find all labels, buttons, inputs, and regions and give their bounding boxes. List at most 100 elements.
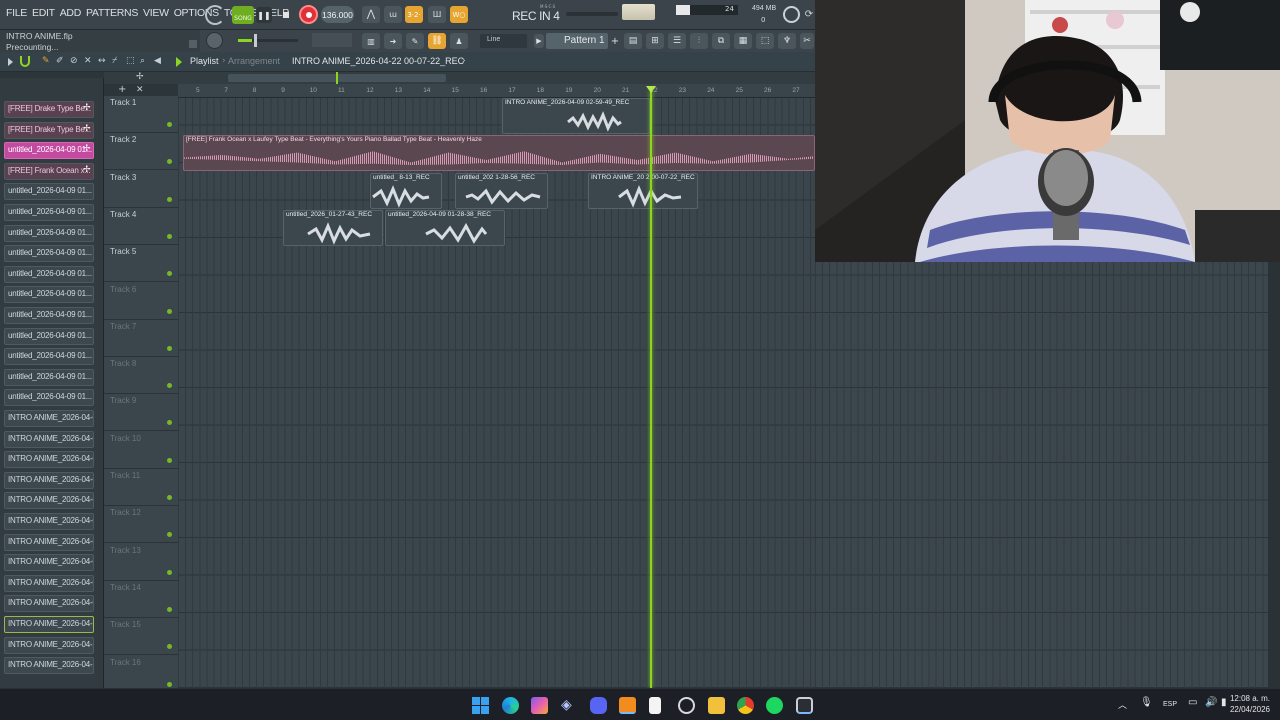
step-edit-icon[interactable]: Ш bbox=[428, 6, 446, 23]
add-track-icon[interactable]: + bbox=[118, 84, 126, 95]
browser-item-plus-icon[interactable]: ✢ bbox=[83, 144, 91, 154]
track-active-led[interactable] bbox=[167, 196, 172, 202]
browser-item[interactable]: INTRO ANIME_2026-04-2... bbox=[4, 616, 94, 633]
edge-icon[interactable] bbox=[502, 697, 519, 714]
browser-item[interactable]: untitled_2026-04-09 01... bbox=[4, 307, 94, 324]
track-header[interactable]: Track 4 bbox=[104, 207, 178, 245]
power-icon[interactable]: ⟳ bbox=[804, 6, 814, 23]
file-explorer-icon[interactable] bbox=[708, 697, 725, 714]
tools-icon[interactable]: ✂ bbox=[800, 33, 814, 49]
draw-tool-icon[interactable]: ✎ bbox=[406, 33, 424, 49]
track-active-led[interactable] bbox=[167, 606, 172, 612]
browser-item[interactable]: [FREE] Drake Type Be... bbox=[4, 121, 94, 139]
network-icon[interactable]: ▭ bbox=[1188, 697, 1197, 708]
playlist-play-icon[interactable] bbox=[176, 57, 182, 67]
menu-patterns[interactable]: PATTERNS bbox=[86, 7, 138, 19]
playlist-view-label[interactable]: Arrangement bbox=[228, 56, 280, 66]
pencil-tool-icon[interactable]: ✎ bbox=[42, 56, 50, 66]
delete-tool-icon[interactable]: ⊘ bbox=[70, 56, 78, 66]
audio-clip-track3c[interactable]: INTRO ANIME_20 2 00-07-22_REC bbox=[588, 173, 698, 209]
menu-add[interactable]: ADD bbox=[60, 7, 82, 19]
track-header[interactable]: Track 11 bbox=[104, 469, 178, 506]
track-header[interactable]: Track 14 bbox=[104, 580, 178, 618]
chain-link-icon[interactable]: ⛓ bbox=[428, 33, 446, 49]
browser-item[interactable]: INTRO ANIME_2026-04-0... bbox=[4, 410, 94, 427]
language-indicator[interactable]: ESP bbox=[1163, 701, 1177, 708]
record-button[interactable] bbox=[299, 5, 318, 24]
browser-item[interactable]: INTRO ANIME_2026-04-0... bbox=[4, 513, 94, 530]
browser-item[interactable]: INTRO ANIME_2026-04-0... bbox=[4, 471, 94, 489]
remove-track-icon[interactable]: ✕ bbox=[136, 85, 144, 95]
track-move-icon[interactable]: ✢ bbox=[136, 72, 144, 82]
metronome-icon[interactable]: ⋀ bbox=[362, 6, 380, 23]
track-active-led[interactable] bbox=[167, 681, 172, 687]
magnet-icon[interactable] bbox=[20, 56, 30, 67]
refresh-icon[interactable] bbox=[783, 6, 800, 23]
wait-input-icon[interactable]: ɯ bbox=[384, 6, 402, 23]
pause-button[interactable]: ❚❚ bbox=[256, 7, 272, 23]
browser-item[interactable]: INTRO ANIME_2026-04-0... bbox=[4, 430, 94, 448]
pattern-song-toggle-icon[interactable] bbox=[205, 5, 225, 25]
track-header[interactable]: Track 10 bbox=[104, 431, 178, 469]
chrome-icon[interactable] bbox=[737, 697, 754, 714]
track-header[interactable]: Track 5 bbox=[104, 245, 178, 283]
pattern-prev-icon[interactable]: ▶ bbox=[534, 34, 544, 48]
track-header[interactable]: Track 16 bbox=[104, 655, 178, 693]
notepad-icon[interactable] bbox=[649, 697, 661, 714]
mic-icon[interactable]: ♆ bbox=[778, 33, 796, 49]
track-header[interactable]: Track 12 bbox=[104, 506, 178, 544]
track-active-led[interactable] bbox=[167, 159, 172, 165]
track-header[interactable]: Track 15 bbox=[104, 618, 178, 656]
browser-item[interactable]: untitled_2026-04-09 01... bbox=[4, 286, 94, 304]
mixer-icon[interactable]: ⫶ bbox=[690, 33, 708, 49]
track-active-led[interactable] bbox=[167, 532, 172, 538]
track-header[interactable]: Track 1 bbox=[104, 96, 178, 133]
volume-icon[interactable]: 🔊 bbox=[1205, 697, 1217, 708]
browser-item[interactable]: INTRO ANIME_2026-04-0... bbox=[4, 451, 94, 469]
browser-item[interactable]: INTRO ANIME_2026-04-2... bbox=[4, 636, 94, 654]
plugin-picker-icon[interactable]: ▦ bbox=[734, 33, 752, 49]
audio-clip-track1[interactable]: INTRO ANIME_2026-04-09 02-59-49_REC bbox=[502, 98, 650, 134]
app-diamond-icon[interactable]: ◈ bbox=[561, 697, 578, 714]
microphone-tray-icon[interactable]: 🎙 bbox=[1140, 697, 1153, 708]
slice-tool-icon[interactable]: ⌿ bbox=[112, 56, 117, 66]
playhead[interactable] bbox=[650, 90, 652, 688]
track-active-led[interactable] bbox=[167, 122, 172, 127]
obs-icon[interactable] bbox=[796, 697, 813, 714]
browser-item[interactable]: untitled_2026-04-09 01... bbox=[4, 348, 94, 366]
track-header[interactable]: Track 6 bbox=[104, 282, 178, 320]
playlist-window-icon[interactable]: ▤ bbox=[624, 33, 642, 49]
tray-chevron-icon[interactable]: ︿ bbox=[1118, 698, 1127, 711]
track-active-led[interactable] bbox=[167, 271, 172, 277]
browser-item[interactable]: INTRO ANIME_2026-04-0... bbox=[4, 492, 94, 510]
audio-clip-track2[interactable]: [FREE] Frank Ocean x Laufey Type Beat - … bbox=[183, 135, 815, 171]
main-volume-slider[interactable] bbox=[238, 39, 298, 42]
copilot-icon[interactable] bbox=[531, 697, 548, 714]
time-scrub-bar[interactable] bbox=[312, 33, 352, 47]
browser-item[interactable]: untitled_2026-04-09 01... bbox=[4, 204, 94, 221]
track-active-led[interactable] bbox=[167, 495, 172, 500]
arrangement-arrow[interactable]: › bbox=[462, 56, 466, 66]
mute-tool-icon[interactable]: ✕ bbox=[84, 56, 92, 66]
browser-item[interactable]: untitled_2026-04-09 01... bbox=[4, 327, 94, 345]
browser-item[interactable]: untitled_2026-04-09 01... bbox=[4, 245, 94, 263]
fl-studio-taskbar-icon[interactable] bbox=[619, 697, 636, 714]
audio-clip-track4a[interactable]: untitled_2026_01-27-43_REC bbox=[283, 210, 383, 246]
track-header[interactable]: Track 8 bbox=[104, 357, 178, 395]
browser-item-plus-icon[interactable]: ✢ bbox=[83, 103, 91, 113]
select-tool-icon[interactable]: ⬚ bbox=[126, 56, 135, 66]
browser-item[interactable]: untitled_2026-04-09 01... bbox=[4, 265, 94, 283]
track-active-led[interactable] bbox=[167, 569, 172, 575]
track-active-led[interactable] bbox=[167, 383, 172, 389]
playlist-menu-arrow-icon[interactable] bbox=[8, 58, 13, 66]
track-active-led[interactable] bbox=[167, 420, 172, 426]
arrow-right-icon[interactable]: ➜ bbox=[384, 33, 402, 49]
audio-clip-track3b[interactable]: untitled_202 1-28-56_REC bbox=[455, 173, 548, 209]
stop-button[interactable] bbox=[278, 7, 294, 23]
vertical-scrollbar[interactable] bbox=[1268, 262, 1280, 688]
stamp-icon[interactable]: ♟ bbox=[450, 33, 468, 49]
track-active-led[interactable] bbox=[167, 345, 172, 351]
playlist-grid-right[interactable] bbox=[815, 262, 1268, 688]
browser-icon[interactable]: ⧉ bbox=[712, 33, 730, 49]
snap-select[interactable]: Line bbox=[480, 34, 527, 48]
